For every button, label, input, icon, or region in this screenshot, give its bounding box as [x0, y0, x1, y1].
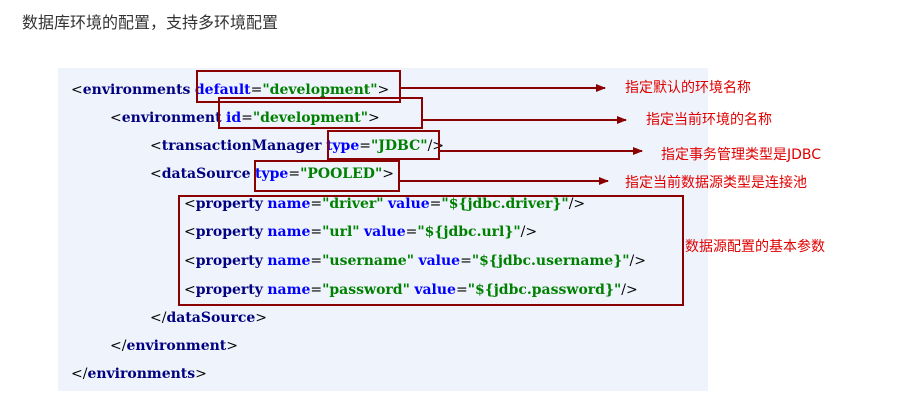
annotation-arrows: [400, 84, 643, 185]
annotation-datasource-type: 指定当前数据源类型是连接池: [625, 175, 807, 191]
annotation-current-env: 指定当前环境的名称: [646, 112, 772, 128]
annotation-default-env: 指定默认的环境名称: [625, 80, 751, 96]
annotation-transaction-type: 指定事务管理类型是JDBC: [661, 147, 822, 163]
annotation-datasource-params: 数据源配置的基本参数: [685, 239, 825, 255]
